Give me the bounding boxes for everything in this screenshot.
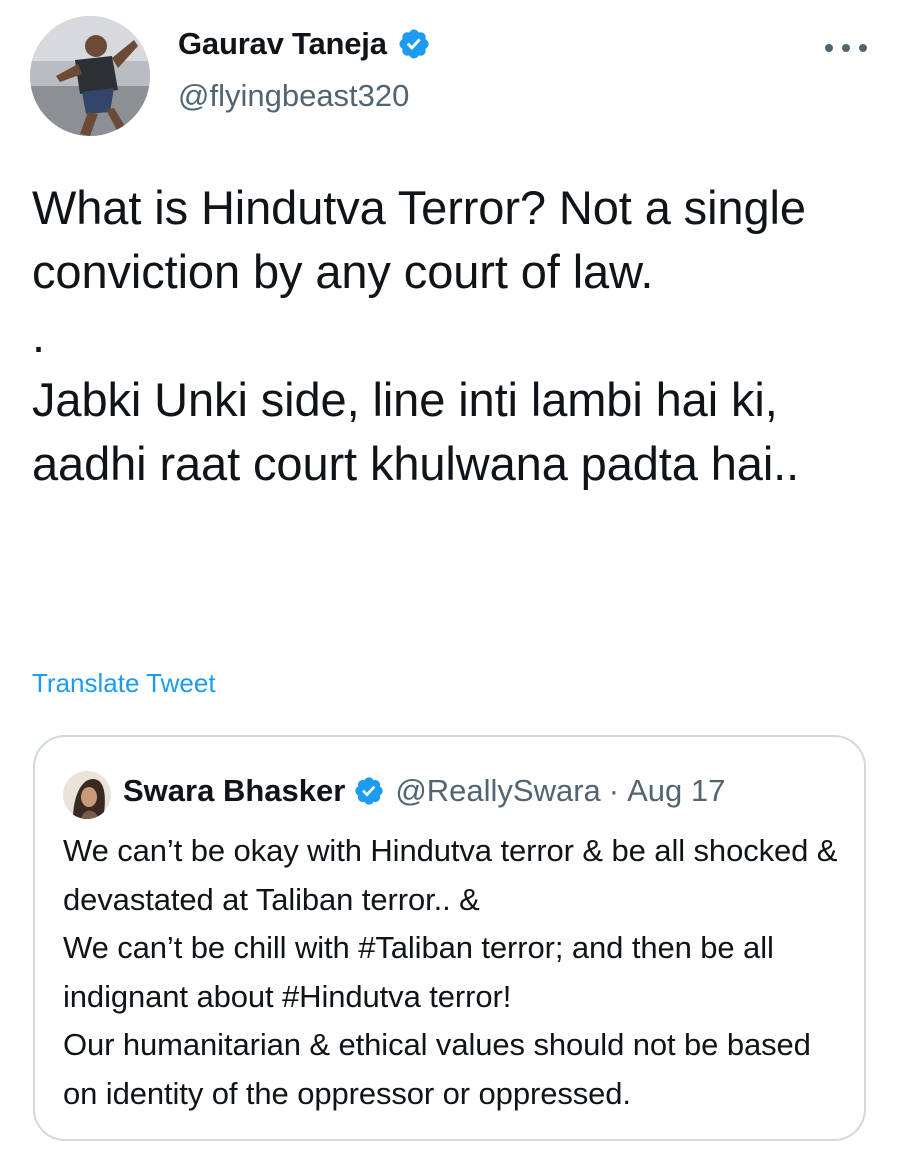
- verified-badge-icon: [399, 29, 429, 59]
- profile-photo-icon: [30, 16, 150, 136]
- more-horizontal-icon: [825, 44, 867, 52]
- quoted-tweet-text: We can’t be okay with Hindutva terror & …: [63, 833, 838, 1111]
- author-avatar[interactable]: [30, 16, 150, 136]
- translate-tweet-link[interactable]: Translate Tweet: [32, 668, 216, 699]
- tweet-paragraph: .: [32, 309, 45, 362]
- tweet-paragraph: Jabki Unki side, line inti lambi hai ki,…: [32, 373, 800, 490]
- author-name[interactable]: Gaurav Taneja: [178, 26, 387, 62]
- profile-photo-icon: [63, 771, 111, 819]
- more-options-button[interactable]: [820, 38, 872, 58]
- quoted-tweet-date: Aug 17: [627, 773, 726, 808]
- quoted-author-avatar: [63, 771, 111, 819]
- author-handle[interactable]: @flyingbeast320: [178, 78, 409, 114]
- separator-dot: ·: [608, 773, 620, 808]
- tweet-header: Gaurav Taneja @flyingbeast320: [0, 0, 901, 150]
- author-name-row: Gaurav Taneja: [178, 26, 431, 62]
- verified-badge-icon: [355, 777, 383, 805]
- quoted-author-name: Swara Bhasker: [123, 773, 346, 808]
- quoted-tweet-card[interactable]: Swara Bhasker @ReallySwara · Aug 17 We c…: [33, 735, 866, 1141]
- tweet-paragraph: What is Hindutva Terror? Not a single co…: [32, 181, 806, 298]
- quoted-tweet-header: Swara Bhasker @ReallySwara · Aug 17: [123, 773, 725, 809]
- quoted-author-handle: @ReallySwara: [395, 773, 601, 808]
- tweet-body: What is Hindutva Terror? Not a single co…: [32, 176, 872, 496]
